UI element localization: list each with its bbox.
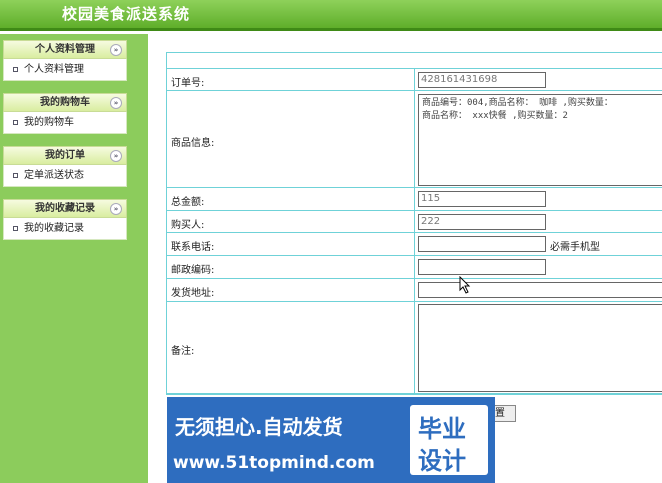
- form-row-phone: 联系电话: 必需手机型: [167, 233, 662, 256]
- column-divider: [414, 233, 415, 255]
- mouse-cursor-icon: [459, 276, 471, 294]
- phone-label: 联系电话:: [171, 242, 215, 253]
- form-row-total: 总金额: 115: [167, 188, 662, 211]
- column-divider: [414, 279, 415, 301]
- menu-group-favorites: 我的收藏记录 » 我的收藏记录: [3, 199, 127, 240]
- total-label: 总金额:: [171, 197, 205, 208]
- form-row-order-no: 订单号: 428161431698: [167, 69, 662, 91]
- order-no-label: 订单号:: [171, 78, 205, 89]
- collapse-icon[interactable]: »: [110, 44, 122, 56]
- menu-head-profile[interactable]: 个人资料管理 »: [3, 40, 127, 59]
- sidebar-item-profile[interactable]: 个人资料管理: [3, 59, 127, 81]
- sidebar-item-favorites[interactable]: 我的收藏记录: [3, 218, 127, 240]
- goods-label: 商品信息:: [171, 138, 215, 149]
- form-header-row: [167, 53, 662, 69]
- phone-field[interactable]: [418, 236, 546, 252]
- collapse-icon[interactable]: »: [110, 97, 122, 109]
- watermark-url: www.51topmind.com: [173, 453, 375, 473]
- menu-group-profile: 个人资料管理 » 个人资料管理: [3, 40, 127, 81]
- menu-head-favorites[interactable]: 我的收藏记录 »: [3, 199, 127, 218]
- address-label: 发货地址:: [171, 288, 215, 299]
- bullet-icon: [13, 120, 18, 125]
- sidebar-item-label: 个人资料管理: [24, 64, 84, 75]
- column-divider: [414, 211, 415, 232]
- zip-label: 邮政编码:: [171, 265, 215, 276]
- form-row-zip: 邮政编码:: [167, 256, 662, 279]
- order-form: 订单号: 428161431698 商品信息: 商品编号：004,商品名称： 咖…: [166, 52, 662, 395]
- app-title: 校园美食派送系统: [62, 5, 191, 23]
- collapse-icon[interactable]: »: [110, 203, 122, 215]
- address-field[interactable]: [418, 282, 662, 298]
- sidebar: 个人资料管理 » 个人资料管理 我的购物车 » 我的购物车 我的订单 » 定单派…: [0, 34, 148, 483]
- menu-head-orders[interactable]: 我的订单 »: [3, 146, 127, 165]
- sidebar-item-label: 我的购物车: [24, 117, 74, 128]
- phone-hint: 必需手机型: [550, 242, 600, 253]
- menu-group-cart: 我的购物车 » 我的购物车: [3, 93, 127, 134]
- collapse-icon[interactable]: »: [110, 150, 122, 162]
- buyer-label: 购买人:: [171, 220, 205, 231]
- column-divider: [414, 91, 415, 187]
- goods-line-2: 商品名称： xxx快餐 ,购买数量：2: [422, 111, 568, 121]
- total-field[interactable]: 115: [418, 191, 546, 207]
- watermark-banner: 无须担心.自动发货 www.51topmind.com 毕业 设计: [167, 397, 495, 483]
- sidebar-item-delivery-status[interactable]: 定单派送状态: [3, 165, 127, 187]
- goods-line-1: 商品编号：004,商品名称： 咖啡 ,购买数量：: [422, 98, 613, 108]
- column-divider: [414, 256, 415, 278]
- order-no-field[interactable]: 428161431698: [418, 72, 546, 88]
- menu-head-cart[interactable]: 我的购物车 »: [3, 93, 127, 112]
- zip-field[interactable]: [418, 259, 546, 275]
- column-divider: [414, 188, 415, 210]
- watermark-badge-line2: 设计: [418, 447, 466, 475]
- remark-textarea[interactable]: [418, 304, 662, 392]
- column-divider: [414, 69, 415, 90]
- watermark-text-block: 无须担心.自动发货 www.51topmind.com: [167, 397, 407, 483]
- column-divider: [414, 302, 415, 393]
- goods-textarea[interactable]: 商品编号：004,商品名称： 咖啡 ,购买数量： 商品名称： xxx快餐 ,购买…: [418, 94, 662, 186]
- menu-head-label: 我的收藏记录: [35, 203, 95, 214]
- form-row-remark: 备注:: [167, 302, 662, 394]
- form-row-goods: 商品信息: 商品编号：004,商品名称： 咖啡 ,购买数量： 商品名称： xxx…: [167, 91, 662, 188]
- bullet-icon: [13, 67, 18, 72]
- menu-head-label: 个人资料管理: [35, 44, 95, 55]
- bullet-icon: [13, 226, 18, 231]
- watermark-slogan: 无须担心.自动发货: [175, 415, 343, 439]
- form-row-address: 发货地址:: [167, 279, 662, 302]
- menu-head-label: 我的购物车: [40, 97, 90, 108]
- watermark-badge: 毕业 设计: [410, 405, 488, 475]
- bullet-icon: [13, 173, 18, 178]
- sidebar-item-label: 我的收藏记录: [24, 223, 84, 234]
- remark-label: 备注:: [171, 346, 195, 357]
- menu-group-orders: 我的订单 » 定单派送状态: [3, 146, 127, 187]
- menu-head-label: 我的订单: [45, 150, 85, 161]
- watermark-badge-line1: 毕业: [418, 415, 466, 443]
- buyer-field[interactable]: 222: [418, 214, 546, 230]
- sidebar-item-cart[interactable]: 我的购物车: [3, 112, 127, 134]
- sidebar-item-label: 定单派送状态: [24, 170, 84, 181]
- form-row-buyer: 购买人: 222: [167, 211, 662, 233]
- app-header: 校园美食派送系统: [0, 0, 662, 31]
